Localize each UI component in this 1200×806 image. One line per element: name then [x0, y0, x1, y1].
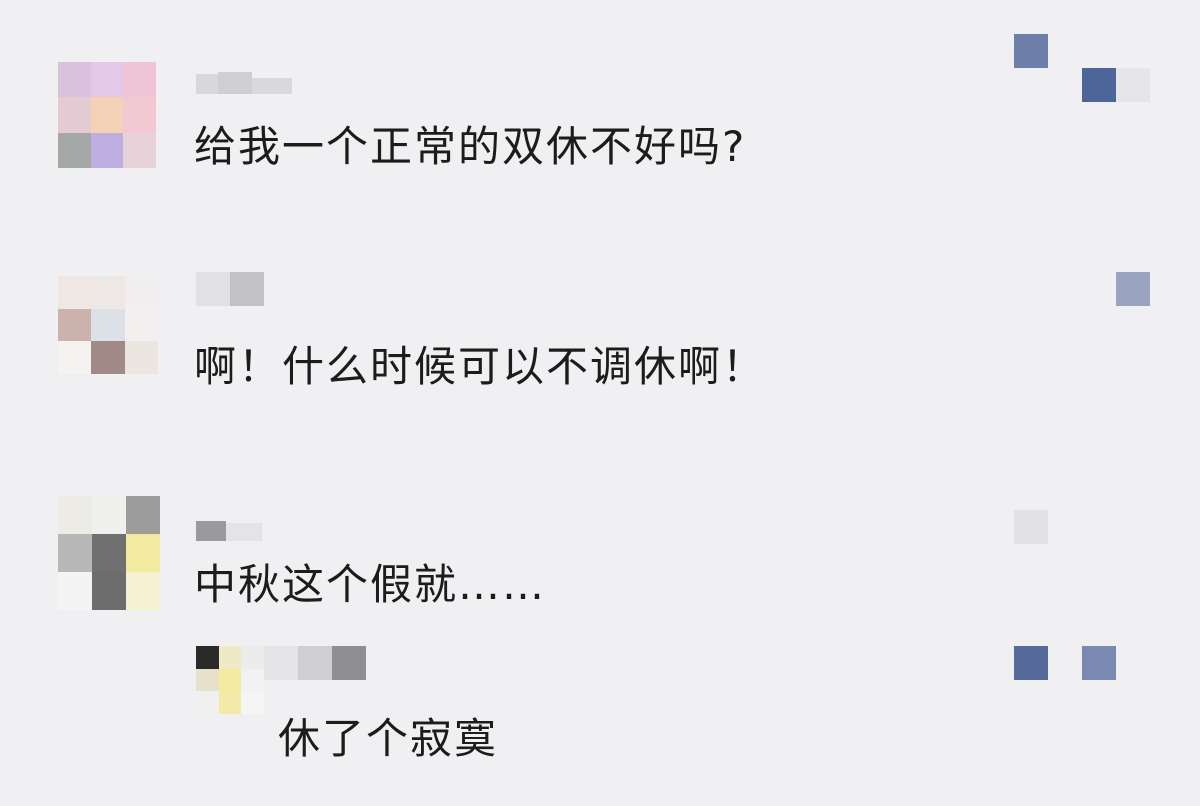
like-icon[interactable] [1014, 510, 1048, 544]
comment-text: 啊！什么时候可以不调休啊！ [194, 342, 767, 391]
reply-text: 休了个寂寞 [278, 714, 499, 763]
reply-item: 休了个寂寞 [0, 0, 1200, 763]
avatar[interactable] [58, 276, 158, 374]
like-icon[interactable] [1116, 272, 1150, 306]
comment-text: 中秋这个假就…… [194, 560, 547, 609]
like-icon[interactable] [1014, 646, 1048, 680]
avatar[interactable] [196, 646, 264, 714]
like-icon[interactable] [1082, 646, 1116, 680]
avatar[interactable] [58, 496, 160, 610]
username[interactable] [196, 508, 262, 542]
username[interactable] [196, 272, 264, 306]
username[interactable] [264, 646, 366, 680]
